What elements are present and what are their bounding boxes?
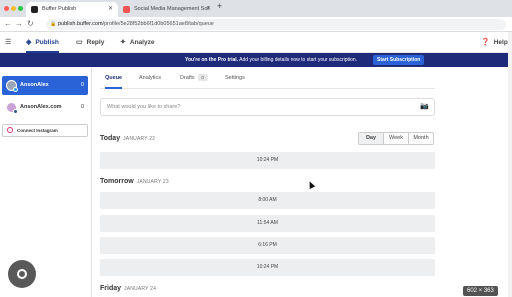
day-name: Tomorrow (100, 178, 134, 185)
reload-icon[interactable]: ↻ (27, 19, 34, 28)
lock-icon: 🔒 (50, 21, 57, 27)
day-date: JANUARY 23 (136, 179, 169, 185)
browser-tab-title: Buffer Publish (42, 6, 77, 12)
time-slot[interactable]: 6:16 PM (100, 237, 435, 254)
lens-search-button[interactable] (8, 260, 36, 288)
sidebar-account-ansonalex[interactable]: AnsonAlex 0 (2, 76, 88, 95)
nav-help-label: Help (493, 39, 508, 46)
day-header-today: Today JANUARY 22 (100, 135, 155, 142)
nav-analyze[interactable]: ✦ Analyze (120, 32, 154, 53)
address-bar-row: ← → ↻ 🔒 publish.buffer.com/profile/5e28f… (0, 17, 512, 32)
trial-banner: You're on the Pro trial. Add your billin… (0, 53, 512, 67)
lens-icon (17, 269, 27, 279)
time-slot[interactable]: 11:54 AM (100, 215, 435, 232)
layers-icon: ◈ (26, 39, 32, 46)
help-icon: ❓ (481, 39, 490, 46)
view-day-button[interactable]: Day (359, 133, 384, 144)
close-tab-icon[interactable]: ✕ (108, 2, 113, 17)
tab-settings[interactable]: Settings (225, 67, 245, 89)
day-name: Friday (100, 285, 122, 292)
forward-icon[interactable]: → (15, 19, 23, 28)
trial-message-text: Add your billing details now to start yo… (238, 57, 357, 63)
analyze-icon: ✦ (120, 39, 126, 46)
day-name: Today (100, 135, 121, 142)
view-week-button[interactable]: Week (384, 133, 409, 144)
view-month-button[interactable]: Month (409, 133, 433, 144)
trial-message-bold: You're on the Pro trial. (185, 57, 239, 63)
menu-icon[interactable]: ☰ (5, 32, 11, 53)
tab-drafts-label: Drafts (180, 75, 195, 81)
nav-analyze-label: Analyze (129, 39, 155, 46)
url-path: /profile/5e28f52bb6f1d0b05651ae8/tab/que… (102, 21, 214, 27)
day-date: JANUARY 22 (123, 136, 156, 142)
tab-queue[interactable]: Queue (105, 67, 123, 89)
nav-publish[interactable]: ◈ Publish (26, 32, 59, 53)
connect-instagram-label: Connect Instagram (17, 128, 58, 133)
time-slot[interactable]: 10:24 PM (100, 152, 435, 169)
profile-tabs: Queue Analytics Drafts 0 Settings (100, 67, 435, 89)
account-name: AnsonAlex (20, 82, 49, 88)
composer-placeholder: What would you like to share? (107, 104, 181, 110)
connect-instagram-button[interactable]: Connect Instagram (2, 124, 88, 137)
browser-tab-strip: Buffer Publish ✕ Social Media Management… (0, 0, 512, 17)
trial-message: You're on the Pro trial. Add your billin… (185, 53, 357, 67)
nav-help[interactable]: ❓ Help (481, 32, 508, 53)
day-date: JANUARY 24 (124, 286, 157, 292)
browser-tab-social[interactable]: Social Media Management Sof ✕ (118, 2, 216, 17)
minimize-window-dot[interactable] (11, 6, 16, 11)
start-subscription-button[interactable]: Start Subscription (373, 55, 425, 65)
composer-input[interactable]: What would you like to share? 📷 (100, 98, 435, 116)
account-queue-count: 0 (80, 82, 84, 88)
maximize-window-dot[interactable] (18, 6, 23, 11)
social-favicon-icon (123, 6, 130, 13)
back-icon[interactable]: ← (4, 19, 12, 28)
drafts-count-badge: 0 (197, 74, 208, 81)
facebook-icon (13, 109, 18, 114)
reply-icon: ▭ (76, 39, 83, 46)
page-scrollbar[interactable] (508, 32, 512, 297)
url-host: publish.buffer.com (58, 21, 103, 27)
browser-tab-title: Social Media Management Sof (134, 6, 209, 12)
day-header-friday: Friday JANUARY 24 (100, 285, 156, 292)
day-header-tomorrow: Tomorrow JANUARY 23 (100, 178, 169, 185)
avatar (6, 80, 18, 92)
mouse-cursor-icon (306, 180, 316, 189)
account-queue-count: 0 (80, 104, 84, 110)
nav-publish-label: Publish (35, 39, 59, 46)
twitter-icon (13, 87, 18, 92)
url-input[interactable]: 🔒 publish.buffer.com/profile/5e28f52bb6f… (46, 19, 506, 30)
app-top-nav: ☰ ◈ Publish ▭ Reply ✦ Analyze ❓ Help (0, 32, 512, 53)
camera-icon[interactable]: 📷 (420, 99, 429, 115)
time-slot[interactable]: 10:24 PM (100, 259, 435, 276)
new-tab-icon[interactable]: + (217, 1, 222, 11)
tab-drafts[interactable]: Drafts 0 (180, 67, 208, 89)
nav-reply[interactable]: ▭ Reply (76, 32, 104, 53)
close-tab-icon[interactable]: ✕ (206, 2, 211, 17)
nav-reply-label: Reply (86, 39, 105, 46)
close-window-dot[interactable] (4, 6, 9, 11)
buffer-favicon-icon (31, 6, 38, 13)
view-toggle: Day Week Month (358, 132, 434, 145)
sidebar-account-ansonalex-com[interactable]: AnsonAlex.com 0 (2, 98, 88, 117)
avatar (6, 102, 18, 114)
time-slot[interactable]: 8:00 AM (100, 192, 435, 209)
instagram-icon (7, 127, 13, 133)
tab-analytics[interactable]: Analytics (139, 67, 161, 89)
browser-tab-buffer[interactable]: Buffer Publish ✕ (26, 2, 118, 17)
image-dimensions-badge: 602 × 363 (463, 286, 498, 296)
account-name: AnsonAlex.com (20, 104, 62, 110)
